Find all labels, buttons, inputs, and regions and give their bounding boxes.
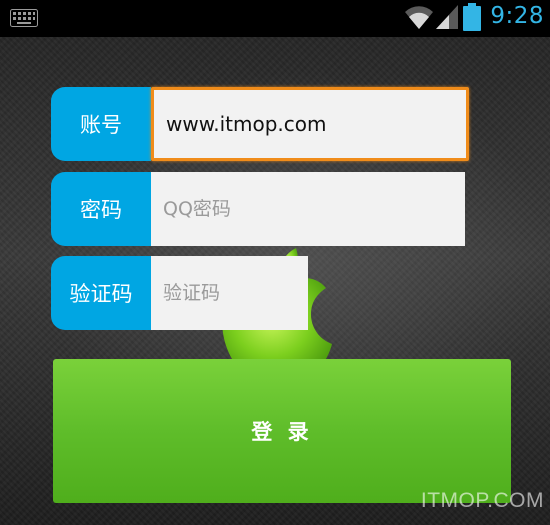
captcha-input[interactable] xyxy=(151,256,308,330)
status-clock: 9:28 xyxy=(490,3,544,29)
keyboard-icon xyxy=(10,9,38,27)
signal-icon xyxy=(436,5,458,29)
login-screen: 账号 密码 验证码 登 录 ITMOP.COM xyxy=(0,37,550,525)
captcha-label: 验证码 xyxy=(51,256,151,330)
battery-icon xyxy=(463,3,481,31)
watermark-text: ITMOP.COM xyxy=(420,489,544,512)
password-label: 密码 xyxy=(51,172,151,246)
account-input[interactable] xyxy=(151,87,469,161)
login-button[interactable]: 登 录 xyxy=(53,359,511,503)
wifi-icon xyxy=(405,6,433,30)
status-bar: 9:28 xyxy=(0,0,550,37)
account-label: 账号 xyxy=(51,87,151,161)
password-input[interactable] xyxy=(151,172,465,246)
